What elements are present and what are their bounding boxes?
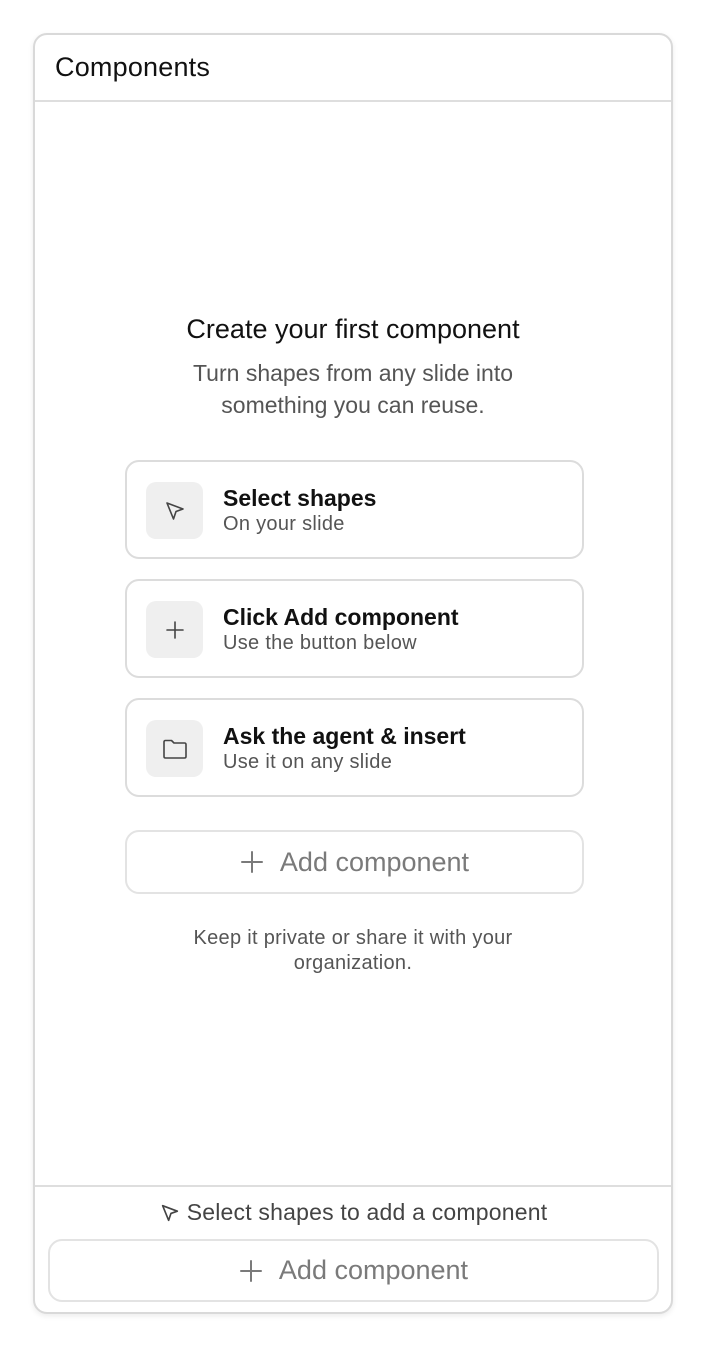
step-card-select-shapes: Select shapes On your slide xyxy=(125,460,584,559)
add-component-label: Add component xyxy=(279,846,470,877)
empty-state-subtitle: Turn shapes from any slide into somethin… xyxy=(192,360,514,418)
step-subtitle: On your slide xyxy=(223,513,345,535)
empty-state-title: Create your first component xyxy=(186,314,520,344)
folder-icon xyxy=(146,720,203,777)
plus-icon xyxy=(239,1259,263,1283)
step-card-ask-agent: Ask the agent & insert Use it on any sli… xyxy=(125,698,584,797)
step-title: Click Add component xyxy=(223,604,459,630)
footer-add-component-button[interactable]: Add component xyxy=(48,1239,659,1302)
footer-hint-text: Select shapes to add a component xyxy=(186,1199,548,1225)
cursor-arrow-icon xyxy=(159,1202,181,1224)
panel-header: Components xyxy=(35,35,671,102)
cursor-arrow-icon xyxy=(146,482,203,539)
step-title: Ask the agent & insert xyxy=(223,723,466,749)
step-text: Ask the agent & insert Use it on any sli… xyxy=(223,722,466,774)
components-panel: Components Create your first component T… xyxy=(33,33,673,1314)
footer-add-component-label: Add component xyxy=(278,1255,469,1285)
step-text: Select shapes On your slide xyxy=(223,484,376,536)
plus-icon xyxy=(146,601,203,658)
plus-icon xyxy=(240,850,264,874)
step-title: Select shapes xyxy=(223,485,377,511)
add-component-button[interactable]: Add component xyxy=(125,830,584,894)
footer-hint: Select shapes to add a component xyxy=(35,1199,671,1226)
panel-footer: Select shapes to add a component Add com… xyxy=(35,1185,671,1312)
privacy-note: Keep it private or share it with your or… xyxy=(193,927,513,974)
step-text: Click Add component Use the button below xyxy=(223,603,459,655)
panel-title: Components xyxy=(55,52,211,82)
step-subtitle: Use it on any slide xyxy=(223,751,393,773)
step-subtitle: Use the button below xyxy=(223,632,417,654)
step-card-click-add: Click Add component Use the button below xyxy=(125,579,584,678)
